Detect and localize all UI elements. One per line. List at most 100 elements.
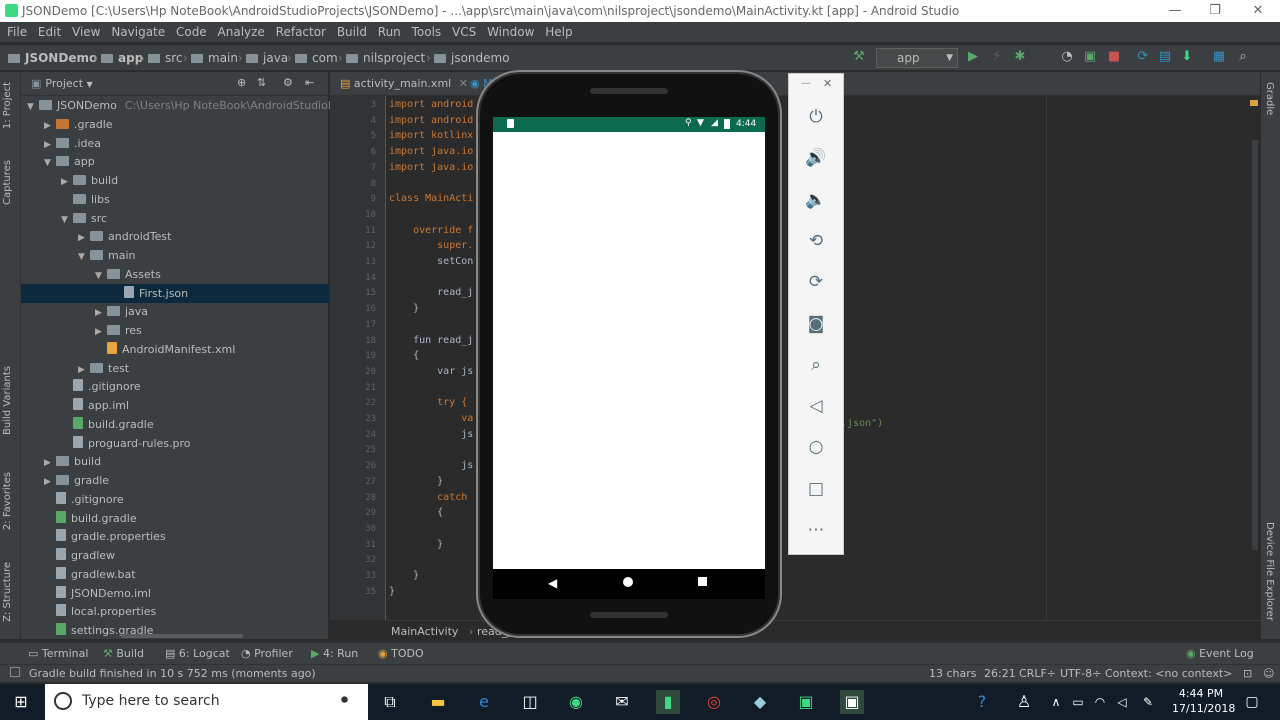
menu-vcs[interactable]: VCS xyxy=(452,22,476,42)
tree-item[interactable]: ▶ gradle xyxy=(21,471,329,490)
windows-start-icon[interactable]: ⊞ xyxy=(9,690,33,714)
tab-run[interactable]: ▶ 4: Run xyxy=(311,647,358,660)
task-view-icon[interactable]: ⧉ xyxy=(378,690,402,714)
breadcrumb-class[interactable]: MainActivity xyxy=(391,625,458,638)
crumb-project[interactable]: JSONDemo xyxy=(8,51,97,65)
gear-icon[interactable]: ⚙ xyxy=(283,76,293,89)
apply-changes-icon[interactable]: ⚡ xyxy=(990,50,1004,64)
locate-icon[interactable]: ⊕ xyxy=(237,76,246,89)
emulator-taskbar-icon[interactable]: ▮ xyxy=(656,690,680,714)
menu-window[interactable]: Window xyxy=(487,22,534,42)
menu-refactor[interactable]: Refactor xyxy=(276,22,326,42)
store-icon[interactable]: ◫ xyxy=(518,690,542,714)
crumb-jsondemo[interactable]: jsondemo xyxy=(434,51,510,65)
menu-edit[interactable]: Edit xyxy=(38,22,61,42)
app-icon[interactable]: ◆ xyxy=(748,690,772,714)
sdk-manager-icon[interactable]: ⬇ xyxy=(1180,50,1194,64)
tab-device-file-explorer[interactable]: Device File Explorer xyxy=(1264,522,1275,621)
back-icon[interactable]: ◁ xyxy=(789,392,843,420)
android-studio-taskbar-icon[interactable]: ◉ xyxy=(564,690,588,714)
taskbar-clock[interactable]: 4:44 PM 17/11/2018 xyxy=(1172,686,1235,716)
microphone-icon[interactable]: ⏺ xyxy=(341,692,348,708)
tree-item[interactable]: build.gradle xyxy=(21,509,329,528)
menu-build[interactable]: Build xyxy=(337,22,367,42)
menu-navigate[interactable]: Navigate xyxy=(111,22,165,42)
run-icon[interactable]: ▶ xyxy=(966,50,980,64)
overview-icon[interactable]: □ xyxy=(789,475,843,503)
menu-view[interactable]: View xyxy=(72,22,100,42)
tree-item[interactable]: ▶ .gradle xyxy=(21,115,329,134)
tab-project[interactable]: 1: Project xyxy=(2,82,13,129)
tree-item[interactable]: ▼ Assets xyxy=(21,265,329,284)
tree-item[interactable]: build.gradle xyxy=(21,415,329,434)
help-icon[interactable]: ? xyxy=(970,690,994,714)
crumb-nilsproject[interactable]: nilsproject xyxy=(346,51,425,65)
crumb-app[interactable]: app xyxy=(101,51,143,65)
tree-item[interactable]: proguard-rules.pro xyxy=(21,434,329,453)
menu-run[interactable]: Run xyxy=(378,22,401,42)
search-icon[interactable]: ⌕ xyxy=(1236,50,1250,64)
tab-build[interactable]: ⚒ Build xyxy=(103,647,144,660)
sync-gradle-icon[interactable]: ⟳ xyxy=(1136,50,1150,64)
minimize-button[interactable]: — xyxy=(1160,2,1190,20)
tree-item[interactable]: gradlew xyxy=(21,546,329,565)
camera-icon[interactable]: ◙ xyxy=(789,310,843,338)
tree-item[interactable]: local.properties xyxy=(21,602,329,621)
attach-debugger-icon[interactable]: ▣ xyxy=(1083,50,1097,64)
pen-icon[interactable]: ✎ xyxy=(1136,690,1160,714)
crumb-com[interactable]: com xyxy=(295,51,338,65)
tree-item[interactable]: ▶ test xyxy=(21,359,329,378)
zoom-icon[interactable]: ⌕ xyxy=(789,351,843,379)
run-configuration-select[interactable]: app ▼ xyxy=(876,48,958,68)
vertical-scrollbar[interactable] xyxy=(1252,140,1258,550)
tab-build-variants[interactable]: Build Variants xyxy=(2,366,13,435)
tree-item[interactable]: ▼ JSONDemo C:\Users\Hp NoteBook\AndroidStu… xyxy=(21,96,339,115)
home-icon[interactable] xyxy=(623,577,633,587)
project-view-select[interactable]: ▣ Project ▼ xyxy=(31,77,93,90)
crumb-main[interactable]: main xyxy=(191,51,238,65)
volume-up-icon[interactable]: 🔊 xyxy=(789,144,843,172)
tab-structure[interactable]: Z: Structure xyxy=(2,562,13,622)
tree-item[interactable]: First.json xyxy=(21,283,329,303)
home-icon[interactable]: ○ xyxy=(789,433,843,461)
tree-item[interactable]: ▶ res xyxy=(21,321,329,340)
tree-item[interactable]: gradle.properties xyxy=(21,527,329,546)
camtasia-icon[interactable]: ▣ xyxy=(794,690,818,714)
project-structure-icon[interactable]: ▦ xyxy=(1212,50,1226,64)
menu-code[interactable]: Code xyxy=(176,22,207,42)
wifi-icon[interactable]: ◠ xyxy=(1088,690,1112,714)
tab-favorites[interactable]: 2: Favorites xyxy=(2,472,13,530)
lock-icon[interactable]: ⊡ xyxy=(1243,667,1252,680)
tree-item[interactable]: ▼ app xyxy=(21,152,329,171)
chevron-up-icon[interactable]: ∧ xyxy=(1044,690,1068,714)
crumb-java[interactable]: java xyxy=(246,51,288,65)
battery-icon[interactable]: ▭ xyxy=(1066,690,1090,714)
context-indicator[interactable]: Context: <no context> xyxy=(1105,667,1232,680)
line-separator[interactable]: CRLF÷ xyxy=(1019,667,1056,680)
tool-window-toggle-icon[interactable] xyxy=(10,667,20,677)
overview-icon[interactable] xyxy=(698,577,707,586)
tab-todo[interactable]: ◉ TODO xyxy=(378,647,424,660)
tree-item[interactable]: .gitignore xyxy=(21,377,329,396)
profiler-icon[interactable]: ◔ xyxy=(1060,50,1074,64)
menu-analyze[interactable]: Analyze xyxy=(218,22,265,42)
back-icon[interactable]: ◀ xyxy=(548,576,557,590)
tab-terminal[interactable]: ▭ Terminal xyxy=(28,647,88,660)
tree-item[interactable]: gradlew.bat xyxy=(21,565,329,584)
minimize-icon[interactable]: — xyxy=(801,78,811,89)
close-icon[interactable]: ✕ xyxy=(823,77,832,90)
tree-item[interactable]: ▶ .idea xyxy=(21,134,329,153)
emulator-screen[interactable]: ⚲ ▼ ◢ 4:44 xyxy=(493,117,765,569)
rotate-left-icon[interactable]: ⟲ xyxy=(789,227,843,255)
stop-icon[interactable]: ■ xyxy=(1107,50,1121,64)
tab-profiler[interactable]: ◔ Profiler xyxy=(241,647,293,660)
tree-item[interactable]: libs xyxy=(21,190,329,209)
maximize-button[interactable]: ❐ xyxy=(1200,2,1230,20)
tree-item[interactable]: AndroidManifest.xml xyxy=(21,340,329,359)
notifications-icon[interactable]: ▢ xyxy=(1240,690,1264,714)
tree-item[interactable]: app.iml xyxy=(21,396,329,415)
collapse-icon[interactable]: ⇅ xyxy=(257,76,266,89)
tree-item[interactable]: ▶ java xyxy=(21,302,329,321)
tree-item[interactable]: ▶ build xyxy=(21,452,329,471)
tab-captures[interactable]: Captures xyxy=(2,160,13,205)
